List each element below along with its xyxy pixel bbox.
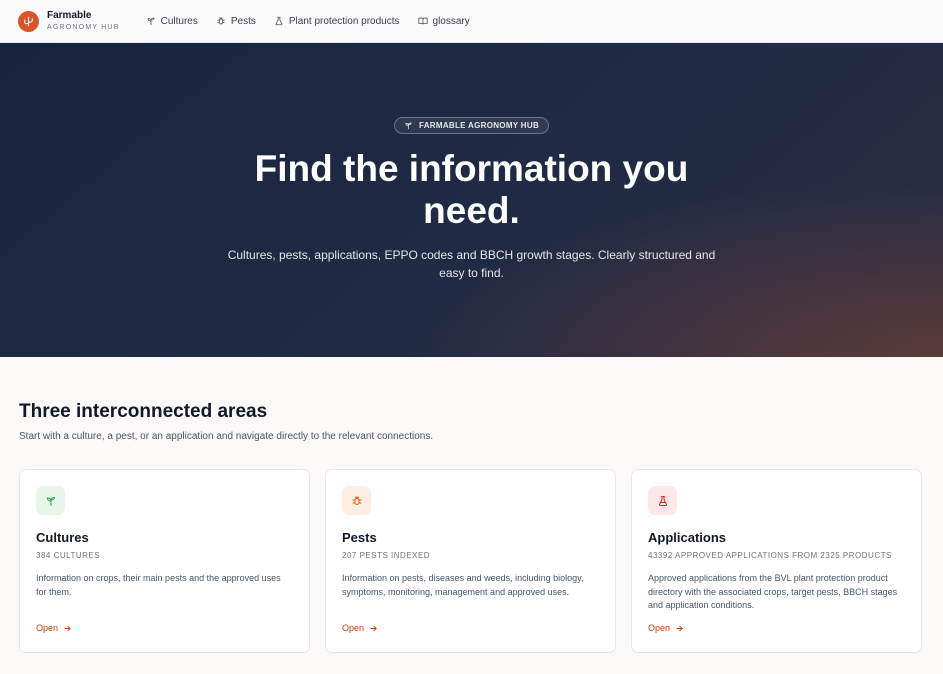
nav-link-cultures[interactable]: Cultures <box>146 16 198 27</box>
card-description: Information on pests, diseases and weeds… <box>342 573 584 597</box>
card-pests[interactable]: Pests 207 PESTS INDEXED Information on p… <box>325 469 616 653</box>
brand-subtitle: AGRONOMY HUB <box>47 24 120 31</box>
nav-link-label: Cultures <box>160 15 198 27</box>
nav-link-glossary[interactable]: glossary <box>417 15 470 27</box>
flask-icon <box>275 16 283 26</box>
flask-icon <box>658 495 667 506</box>
card-open-label: Open <box>648 623 671 633</box>
card-applications[interactable]: Applications 43392 APPROVED APPLICATIONS… <box>631 469 922 653</box>
bug-icon <box>217 17 225 25</box>
card-count: 207 PESTS INDEXED <box>342 551 431 560</box>
card-open-link[interactable]: Open <box>342 623 378 633</box>
brand-name: Farmable <box>47 10 92 21</box>
arrow-right-icon <box>676 625 683 631</box>
hero-badge: FARMABLE AGRONOMY HUB <box>393 117 550 134</box>
area-cards: Cultures 384 CULTURES Information on cro… <box>19 469 924 653</box>
card-open-label: Open <box>36 623 59 633</box>
brand-home-link[interactable]: Farmable AGRONOMY HUB <box>18 10 120 32</box>
card-description: Approved applications from the BVL plant… <box>648 573 898 610</box>
book-icon <box>417 17 428 25</box>
hero-title: Find the information you need. <box>254 148 689 231</box>
bug-icon <box>352 496 361 505</box>
card-open-link[interactable]: Open <box>36 623 72 633</box>
nav-link-label: glossary <box>432 15 470 27</box>
section-title: Three interconnected areas <box>19 401 268 422</box>
section-subtitle: Start with a culture, a pest, or an appl… <box>19 431 434 442</box>
sprout-icon <box>46 496 55 506</box>
card-description: Information on crops, their main pests a… <box>36 573 281 597</box>
card-open-link[interactable]: Open <box>648 623 684 633</box>
arrow-right-icon <box>64 625 71 631</box>
hero-badge-label: FARMABLE AGRONOMY HUB <box>418 121 540 130</box>
card-open-label: Open <box>342 623 365 633</box>
sprout-icon <box>405 122 412 130</box>
nav-link-label: Pests <box>230 15 256 27</box>
card-icon-wrapper <box>342 486 371 515</box>
farmable-logo-icon <box>18 10 39 32</box>
hero-banner: FARMABLE AGRONOMY HUB Find the informati… <box>0 43 943 357</box>
sprout-icon <box>147 17 154 26</box>
card-count: 384 CULTURES <box>36 551 101 560</box>
nav-link-label: Plant protection products <box>288 15 400 27</box>
areas-section: Three interconnected areas Start with a … <box>0 357 943 653</box>
card-title: Applications <box>648 530 727 545</box>
nav-link-plant-protection-products[interactable]: Plant protection products <box>274 16 400 27</box>
card-title: Pests <box>342 530 377 545</box>
arrow-right-icon <box>370 625 377 631</box>
nav-links: Cultures Pests Plant protection products… <box>146 16 470 27</box>
nav-link-pests[interactable]: Pests <box>216 16 256 27</box>
card-icon-wrapper <box>648 486 677 515</box>
card-count: 43392 APPROVED APPLICATIONS FROM 2325 PR… <box>648 551 892 560</box>
hero-subtitle: Cultures, pests, applications, EPPO code… <box>227 248 716 280</box>
top-nav: Farmable AGRONOMY HUB Cultures Pests Pla… <box>0 0 943 43</box>
card-cultures[interactable]: Cultures 384 CULTURES Information on cro… <box>19 469 310 653</box>
card-icon-wrapper <box>36 486 65 515</box>
card-title: Cultures <box>36 530 89 545</box>
